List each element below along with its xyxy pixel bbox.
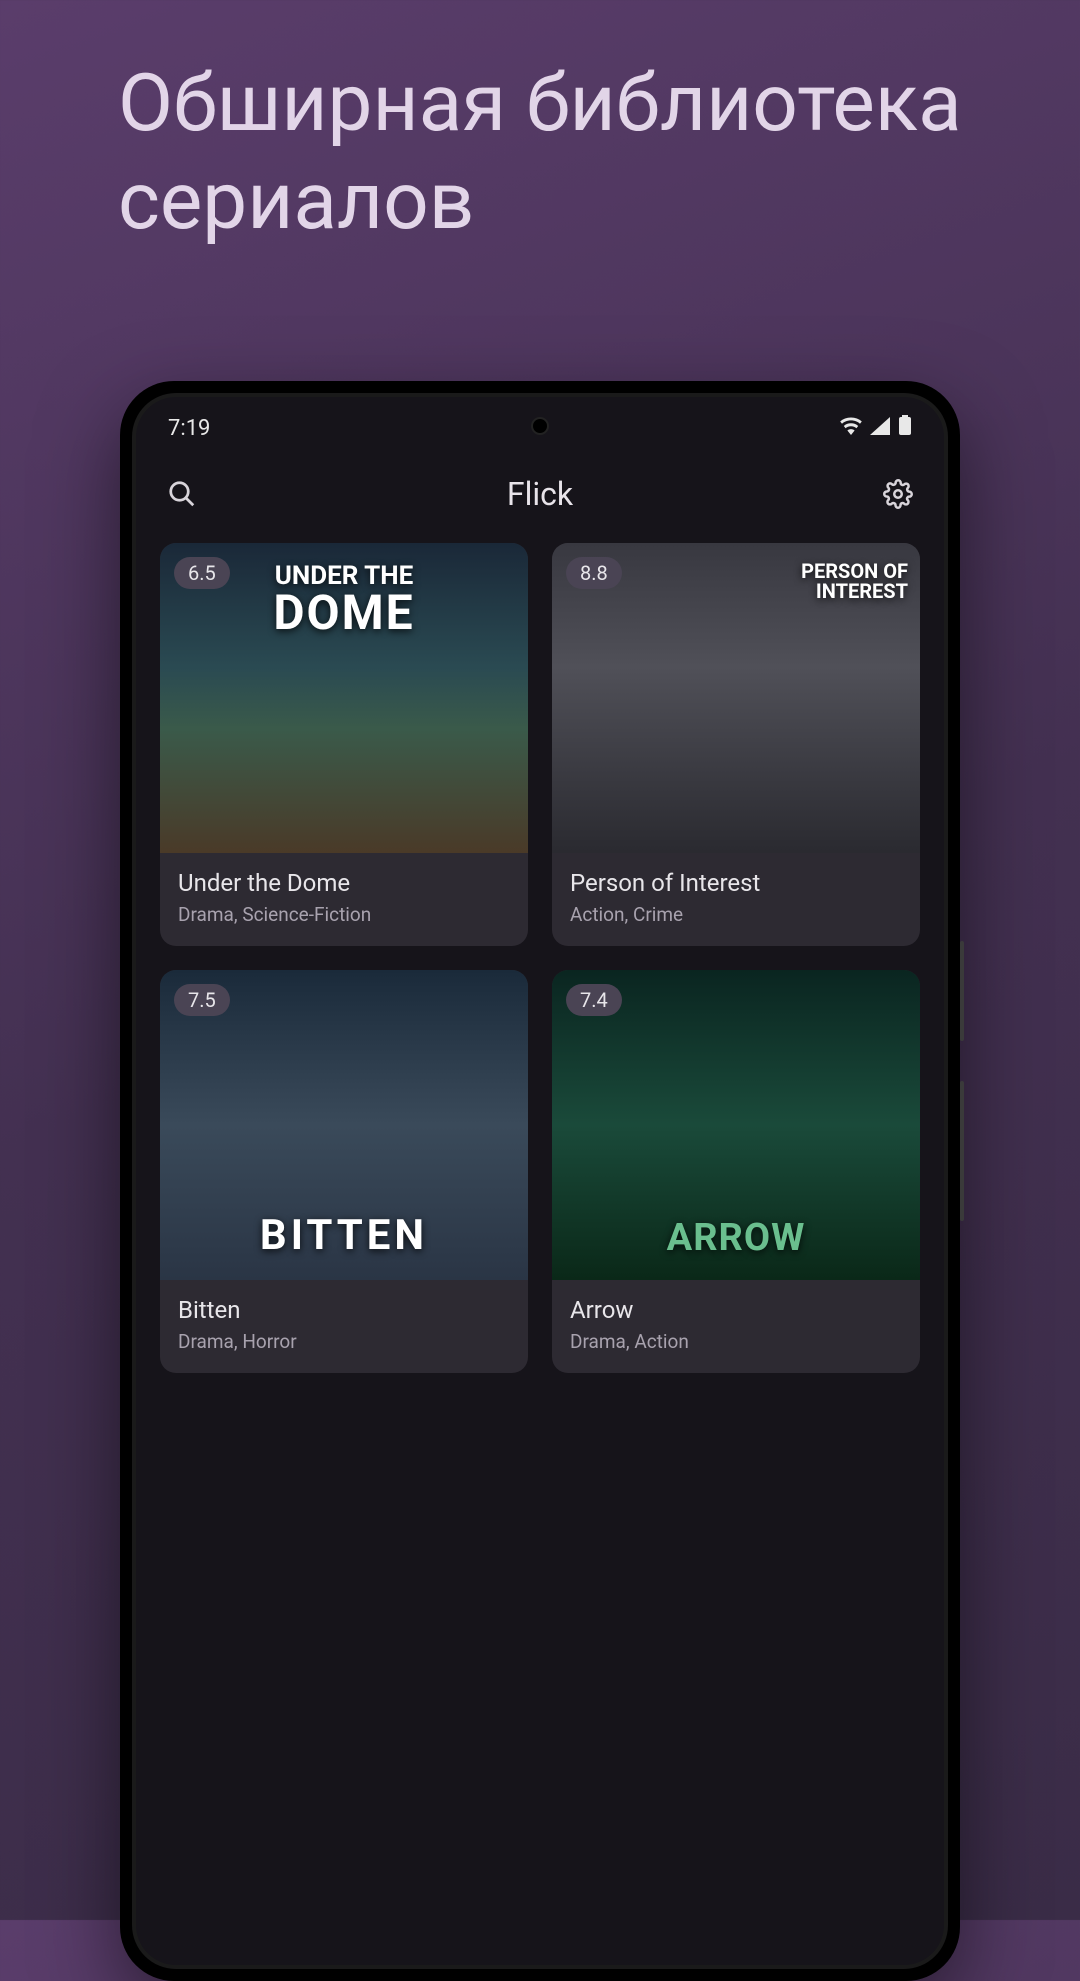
poster-text: ARROW bbox=[552, 1216, 920, 1260]
show-poster: 7.5 BITTEN bbox=[160, 970, 528, 1280]
settings-button[interactable] bbox=[880, 476, 916, 512]
rating-badge: 8.8 bbox=[566, 557, 622, 589]
phone-frame: 7:19 Flick bbox=[120, 381, 960, 1981]
search-button[interactable] bbox=[164, 476, 200, 512]
show-card[interactable]: 8.8 PERSON OF INTEREST Person of Interes… bbox=[552, 543, 920, 946]
show-genres: Action, Crime bbox=[570, 903, 902, 926]
show-card[interactable]: 7.5 BITTEN Bitten Drama, Horror bbox=[160, 970, 528, 1373]
app-header: Flick bbox=[136, 451, 944, 543]
promo-headline: Обширная библиотека сериалов bbox=[118, 55, 1080, 250]
rating-badge: 6.5 bbox=[174, 557, 230, 589]
phone-side-button bbox=[960, 941, 964, 1041]
show-title: Bitten bbox=[178, 1296, 510, 1324]
rating-badge: 7.5 bbox=[174, 984, 230, 1016]
app-title: Flick bbox=[507, 475, 573, 513]
battery-icon bbox=[898, 415, 912, 441]
show-poster: 8.8 PERSON OF INTEREST bbox=[552, 543, 920, 853]
show-genres: Drama, Action bbox=[570, 1330, 902, 1353]
show-genres: Drama, Science-Fiction bbox=[178, 903, 510, 926]
show-title: Person of Interest bbox=[570, 869, 902, 897]
status-time: 7:19 bbox=[168, 416, 210, 441]
poster-text: INTEREST bbox=[816, 579, 908, 603]
phone-camera-cutout bbox=[531, 417, 549, 435]
show-genres: Drama, Horror bbox=[178, 1330, 510, 1353]
show-card[interactable]: 7.4 ARROW Arrow Drama, Action bbox=[552, 970, 920, 1373]
show-title: Under the Dome bbox=[178, 869, 510, 897]
show-poster: 7.4 ARROW bbox=[552, 970, 920, 1280]
phone-screen: 7:19 Flick bbox=[136, 397, 944, 1965]
poster-text: BITTEN bbox=[160, 1211, 528, 1260]
show-card[interactable]: 6.5 UNDER THE DOME Under the Dome Drama,… bbox=[160, 543, 528, 946]
signal-icon bbox=[870, 416, 890, 441]
rating-badge: 7.4 bbox=[566, 984, 622, 1016]
wifi-icon bbox=[840, 416, 862, 441]
poster-text: DOME bbox=[170, 589, 518, 637]
show-title: Arrow bbox=[570, 1296, 902, 1324]
content-grid: 6.5 UNDER THE DOME Under the Dome Drama,… bbox=[136, 543, 944, 1373]
phone-side-button bbox=[960, 1081, 964, 1221]
show-poster: 6.5 UNDER THE DOME bbox=[160, 543, 528, 853]
